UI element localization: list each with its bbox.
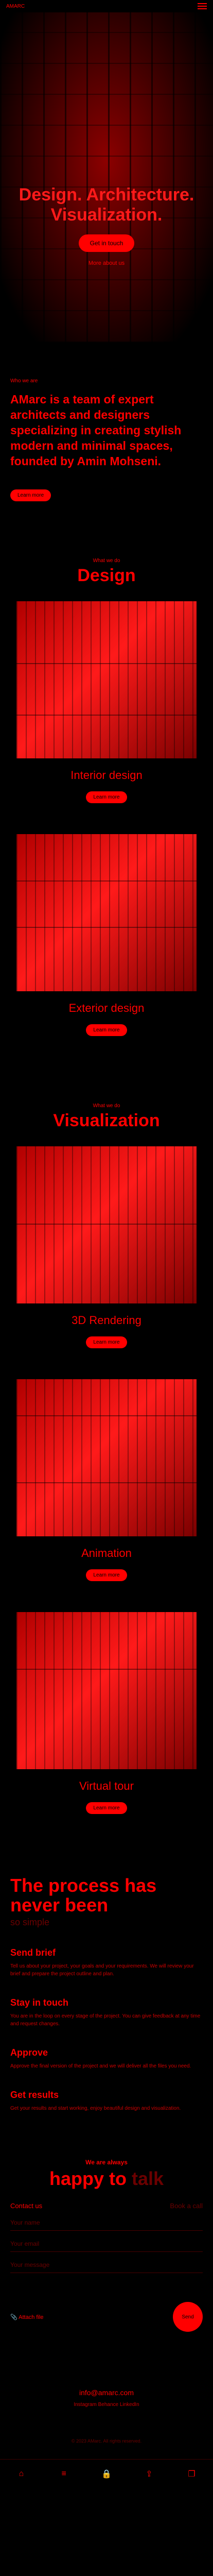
service-card: Interior design Learn more (0, 601, 213, 804)
animation-image[interactable] (16, 1379, 197, 1537)
top-bar: AMARC (0, 0, 213, 12)
step-text: Get your results and start working, enjo… (10, 2106, 181, 2112)
page: AMARC Design. Architecture. Visualizatio… (0, 0, 213, 2488)
footer-socials[interactable]: Instagram Behance LinkedIn (0, 2402, 213, 2408)
bottom-navigation: ⌂ ≡ 🔒 ⇪ ❐ (0, 2459, 213, 2488)
hamburger-icon[interactable] (198, 3, 207, 9)
process-step: Approve Approve the final version of the… (10, 2047, 203, 2070)
process-title: The process has never been (10, 1875, 157, 1916)
paperclip-icon: 📎 (10, 2314, 17, 2320)
hero-section: Design. Architecture. Visualization. Get… (0, 12, 213, 342)
interior-design-image[interactable] (16, 601, 197, 759)
step-title: Approve (10, 2047, 48, 2058)
hero-content: Design. Architecture. Visualization. Get… (0, 185, 213, 266)
process-section: The process has never been so simple Sen… (0, 1845, 213, 2123)
card-learn-more-button[interactable]: Learn more (86, 1802, 127, 1815)
exterior-design-image[interactable] (16, 834, 197, 992)
contact-headline: happy to talk (10, 2168, 203, 2190)
email-input[interactable] (10, 2240, 203, 2248)
message-input[interactable] (10, 2261, 203, 2269)
card-title: Virtual tour (79, 1780, 134, 1793)
contact-tabs: Contact us Book a call (10, 2202, 203, 2210)
attach-file-button[interactable]: 📎 Attach file (10, 2314, 43, 2320)
hero-background-image (0, 12, 213, 342)
tabs-icon[interactable]: ❐ (186, 2468, 198, 2480)
service-card: 3D Rendering Learn more (0, 1146, 213, 1349)
card-title: 3D Rendering (72, 1314, 141, 1327)
step-title: Send brief (10, 1947, 56, 1958)
visualization-title: Visualization (53, 1111, 160, 1131)
tab-book-call[interactable]: Book a call (170, 2202, 203, 2210)
get-in-touch-button[interactable]: Get in touch (78, 234, 135, 252)
card-learn-more-button[interactable]: Learn more (86, 1024, 127, 1037)
visualization-heading: What we do Visualization (0, 1067, 213, 1146)
home-icon[interactable]: ⌂ (15, 2468, 27, 2480)
visualization-section: What we do Visualization 3D Rendering Le… (0, 1067, 213, 1815)
step-text: Tell us about your project, your goals a… (10, 1963, 194, 1977)
hero-title: Design. Architecture. Visualization. (19, 185, 194, 225)
contact-headline-main: happy to (49, 2168, 127, 2190)
service-card: Exterior design Learn more (0, 834, 213, 1037)
message-field (10, 2252, 203, 2274)
step-title: Get results (10, 2090, 59, 2100)
send-button[interactable]: Send (173, 2302, 203, 2332)
card-learn-more-button[interactable]: Learn more (86, 791, 127, 804)
tab-contact[interactable]: Contact us (10, 2202, 42, 2210)
form-actions: 📎 Attach file Send (10, 2302, 203, 2332)
footer-copyright: © 2023 AMarc. All rights reserved. (71, 2438, 142, 2444)
process-subtitle: so simple (10, 1917, 50, 1928)
footer: info@amarc.com Instagram Behance LinkedI… (0, 2342, 213, 2459)
design-title: Design (77, 566, 136, 586)
card-title: Animation (81, 1547, 132, 1560)
visualization-eyebrow: What we do (93, 1103, 120, 1109)
design-section: What we do Design Interior design Learn … (0, 522, 213, 1037)
email-field (10, 2231, 203, 2252)
process-step: Send brief Tell us about your project, y… (10, 1947, 203, 1978)
3d-rendering-image[interactable] (16, 1146, 197, 1304)
logo[interactable]: AMARC (6, 4, 25, 9)
card-learn-more-button[interactable]: Learn more (86, 1569, 127, 1582)
step-title: Stay in touch (10, 1997, 69, 2008)
about-learn-more-button[interactable]: Learn more (10, 489, 51, 502)
card-title: Exterior design (68, 1002, 145, 1015)
footer-email[interactable]: info@amarc.com (0, 2388, 213, 2397)
card-learn-more-button[interactable]: Learn more (86, 1336, 127, 1349)
about-section: Who we are AMarc is a team of expert arc… (0, 342, 213, 522)
service-card: Animation Learn more (0, 1379, 213, 1582)
card-title: Interior design (70, 769, 143, 782)
contact-eyebrow: We are always (85, 2159, 128, 2166)
name-field (10, 2210, 203, 2231)
contact-headline-accent: talk (131, 2168, 164, 2190)
design-eyebrow: What we do (93, 558, 120, 564)
step-text: Approve the final version of the project… (10, 2063, 191, 2070)
lock-icon[interactable]: 🔒 (100, 2468, 113, 2480)
about-label: Who we are (10, 378, 38, 384)
more-about-link[interactable]: More about us (88, 260, 125, 266)
contact-section: We are always happy to talk Contact us B… (0, 2123, 213, 2342)
attach-label: Attach file (19, 2314, 44, 2320)
step-text: You are in the loop on every stage of th… (10, 2013, 201, 2027)
share-icon[interactable]: ⇪ (143, 2468, 155, 2480)
name-input[interactable] (10, 2219, 203, 2227)
menu-icon[interactable]: ≡ (58, 2468, 70, 2480)
process-step: Get results Get your results and start w… (10, 2090, 203, 2112)
about-text: AMarc is a team of expert architects and… (10, 393, 182, 468)
process-step: Stay in touch You are in the loop on eve… (10, 1997, 203, 2028)
design-heading: What we do Design (0, 522, 213, 601)
service-card: Virtual tour Learn more (0, 1612, 213, 1815)
virtual-tour-image[interactable] (16, 1612, 197, 1770)
